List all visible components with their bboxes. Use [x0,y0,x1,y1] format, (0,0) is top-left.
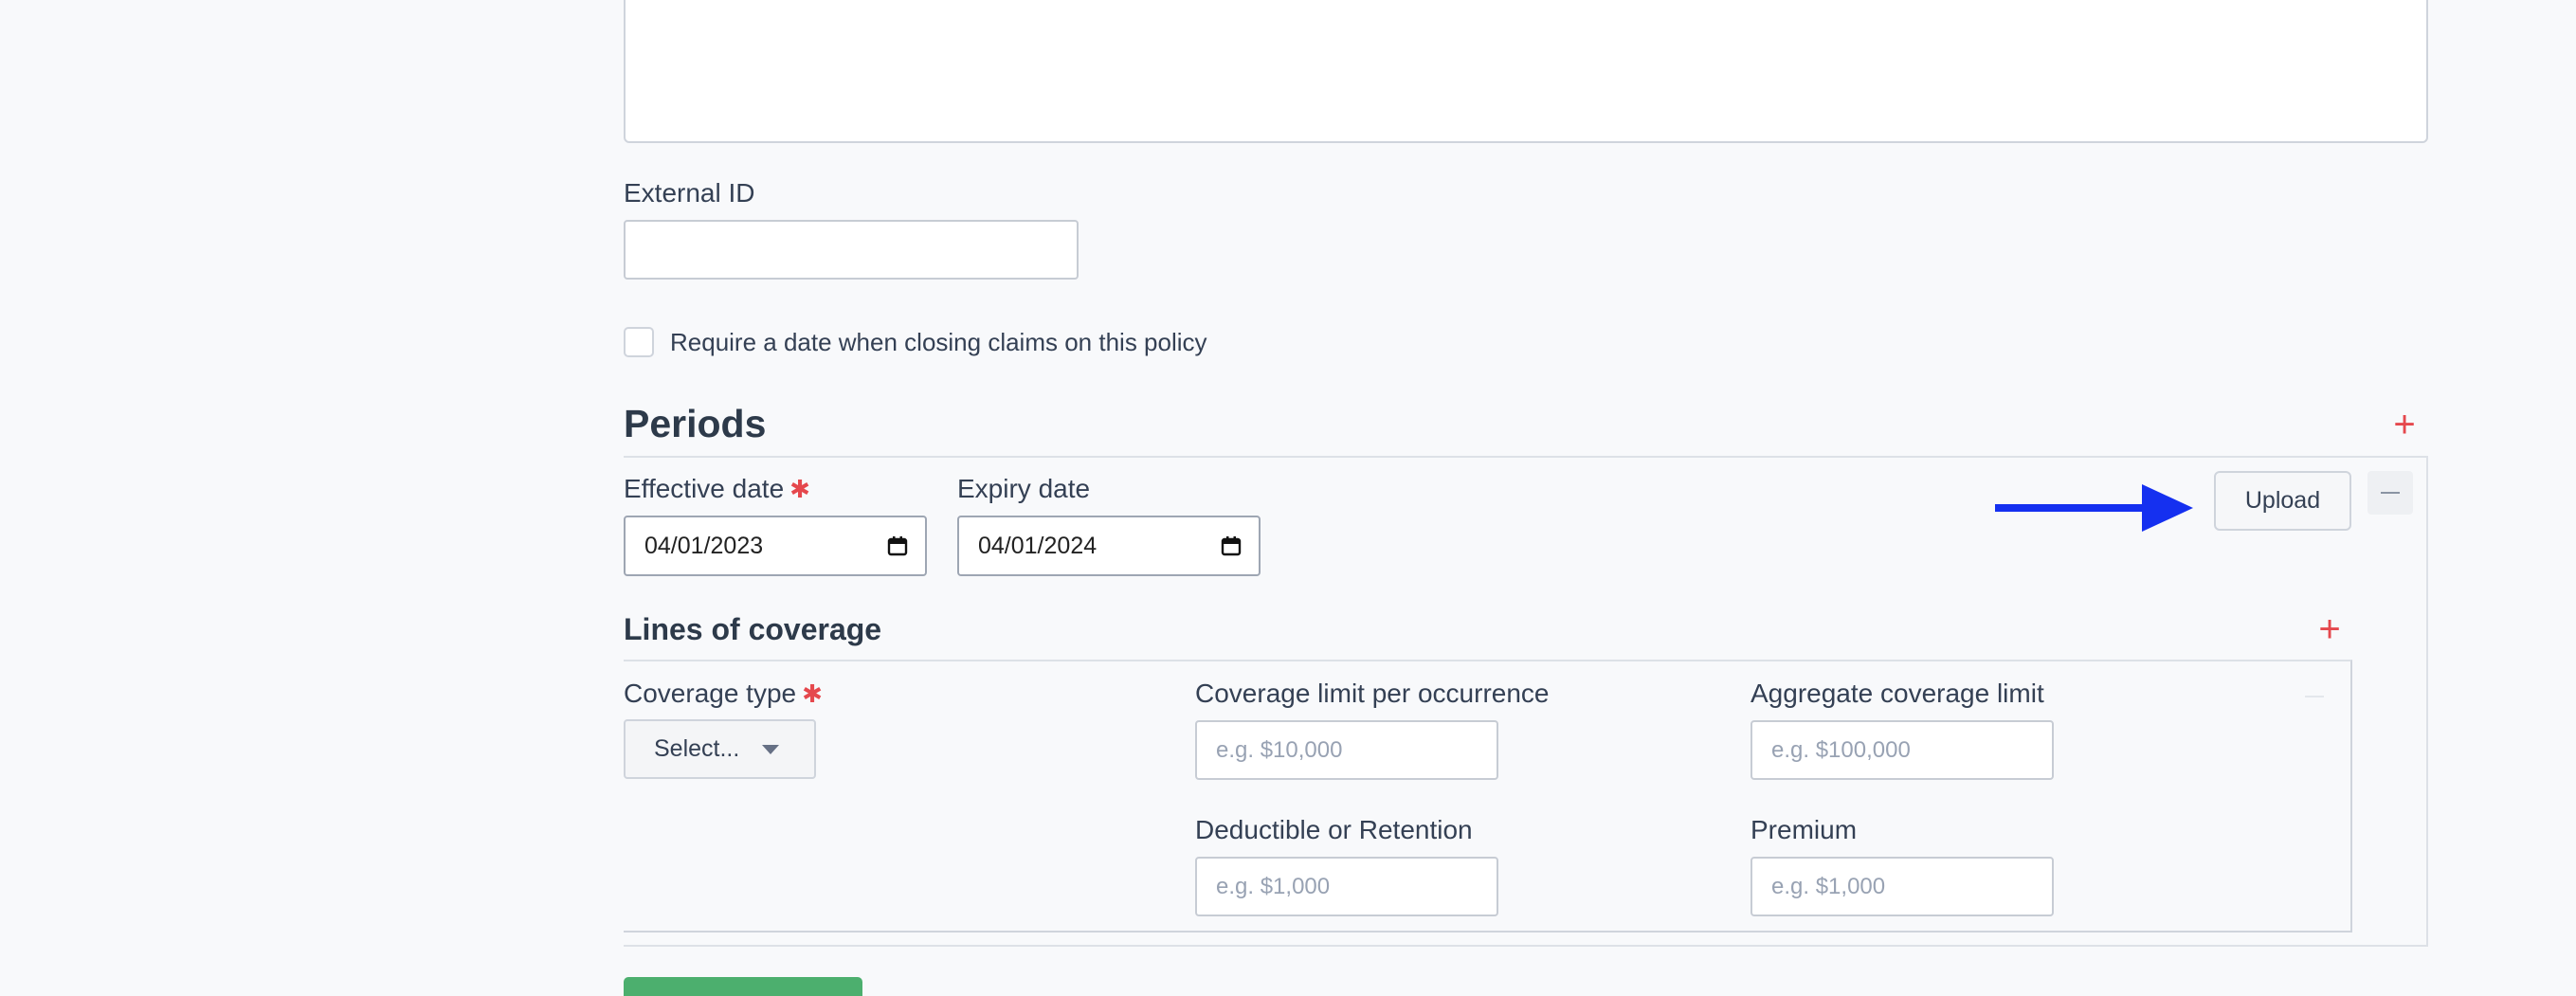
calendar-icon[interactable] [887,535,908,556]
remove-line-button[interactable] [2292,675,2337,718]
aggregate-limit-placeholder: e.g. $100,000 [1771,736,1911,763]
premium-label: Premium [1751,815,1858,844]
coverage-type-value: Select... [654,735,740,762]
expiry-date-label: Expiry date [957,474,1091,503]
required-asterisk: ✱ [789,475,810,503]
aggregate-limit-input[interactable]: e.g. $100,000 [1751,720,2054,780]
coverage-limit-placeholder: e.g. $10,000 [1216,736,1343,763]
deductible-input[interactable]: e.g. $1,000 [1195,857,1498,916]
submit-button[interactable] [624,977,862,996]
required-asterisk: ✱ [802,679,823,708]
require-date-checkbox[interactable] [624,327,654,357]
require-date-label: Require a date when closing claims on th… [670,328,1207,356]
coverage-limit-label: Coverage limit per occurrence [1195,679,1550,708]
aggregate-limit-label: Aggregate coverage limit [1751,679,2044,708]
external-id-input[interactable] [624,220,1079,280]
add-period-button[interactable]: + [2387,404,2422,445]
plus-icon: + [2318,608,2341,650]
expiry-date-input[interactable]: 04/01/2024 [957,516,1261,576]
external-id-label: External ID [624,178,755,208]
premium-placeholder: e.g. $1,000 [1771,873,1886,899]
add-line-of-coverage-button[interactable]: + [2313,608,2347,650]
effective-date-input[interactable]: 04/01/2023 [624,516,927,576]
upload-button[interactable]: Upload [2214,471,2351,531]
remove-period-button[interactable] [2367,471,2413,515]
description-textarea[interactable] [624,0,2428,143]
coverage-type-select[interactable]: Select... [624,719,816,779]
plus-icon: + [2393,404,2416,445]
periods-title: Periods [624,402,767,445]
effective-date-value: 04/01/2023 [644,532,764,559]
coverage-limit-input[interactable]: e.g. $10,000 [1195,720,1498,780]
deductible-placeholder: e.g. $1,000 [1216,873,1331,899]
minus-icon [2381,492,2400,494]
coverage-type-label: Coverage type ✱ [624,679,823,708]
effective-date-label: Effective date ✱ [624,474,810,503]
deductible-label: Deductible or Retention [1195,815,1473,844]
caret-down-icon [762,744,780,754]
calendar-icon[interactable] [1221,535,1242,556]
annotation-arrow-icon [1995,484,2193,532]
lines-of-coverage-title: Lines of coverage [624,612,882,646]
expiry-date-value: 04/01/2024 [978,532,1098,559]
premium-input[interactable]: e.g. $1,000 [1751,857,2054,916]
minus-icon [2305,696,2324,697]
